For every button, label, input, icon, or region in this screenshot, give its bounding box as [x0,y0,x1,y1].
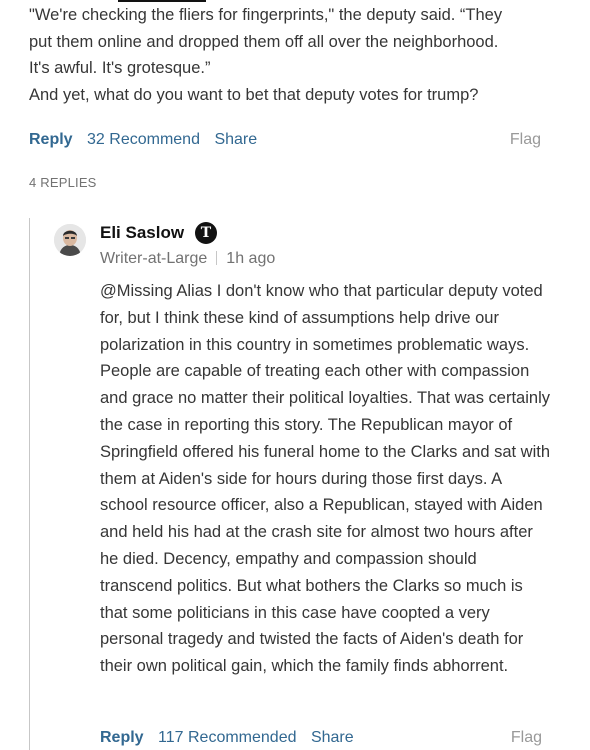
parent-comment-line: It's awful. It's grotesque.” [29,59,211,77]
flag-button[interactable]: Flag [511,726,542,750]
comment-timestamp: 1h ago [226,250,276,267]
share-button[interactable]: Share [214,131,257,148]
reply-button[interactable]: Reply [29,131,73,148]
avatar[interactable] [54,224,86,256]
parent-comment-line: And yet, what do you want to bet that de… [29,85,479,104]
author-photo-icon [54,224,86,256]
parent-comment-line: put them online and dropped them off all… [29,32,499,51]
flag-button[interactable]: Flag [510,128,541,152]
recommend-button[interactable]: 117 Recommended [158,729,296,746]
author-name[interactable]: Eli Saslow [100,221,184,245]
parent-comment-body: "We're checking the fliers for fingerpri… [29,2,569,108]
author-meta: Writer-at-Large 1h ago [100,248,275,270]
comments-page: "We're checking the fliers for fingerpri… [0,0,590,750]
replies-count-toggle[interactable]: 4 REPLIES [29,175,97,191]
reply-comment-body: @Missing Alias I don't know who that par… [100,282,551,676]
parent-comment-actions: Reply 32 Recommend Share Flag [29,128,541,152]
parent-comment-line: "We're checking the fliers for fingerpri… [29,6,503,24]
reply-button[interactable]: Reply [100,729,144,746]
share-button[interactable]: Share [311,729,354,746]
reply-thread: Eli Saslow T Writer-at-Large 1h ago @Miss… [29,218,570,750]
author-role: Writer-at-Large [100,250,208,267]
recommend-button[interactable]: 32 Recommend [87,131,200,148]
meta-divider [216,251,218,265]
nyt-staff-badge-icon: T [195,222,217,244]
reply-comment-actions: Reply 117 Recommended Share Flag [100,726,542,750]
